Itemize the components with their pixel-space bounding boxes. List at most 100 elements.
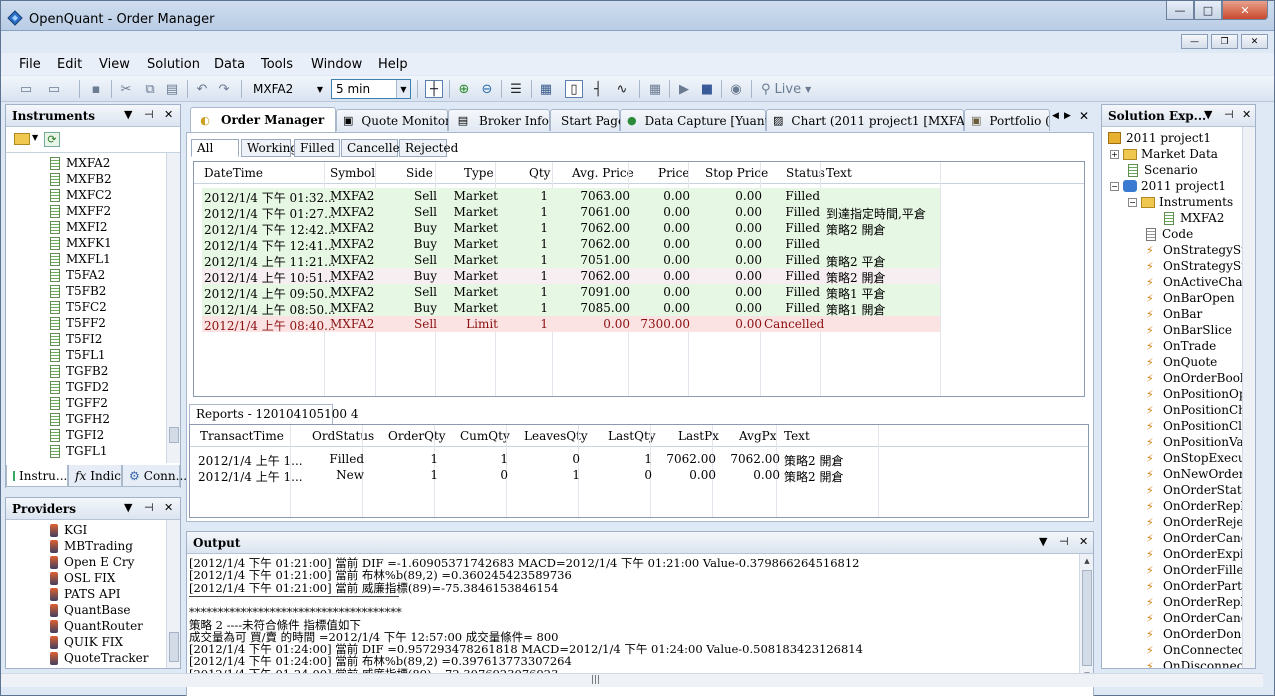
instrument-node-mxfa2[interactable]: MXFA2 <box>1164 210 1224 226</box>
menu-edit[interactable]: Edit <box>57 57 82 72</box>
close-icon[interactable]: ✕ <box>164 501 173 514</box>
chevron-down-icon[interactable]: ▼ <box>124 501 132 514</box>
col-last-qty[interactable]: LastQty <box>608 429 656 443</box>
menu-window[interactable]: Window <box>311 57 362 72</box>
event-handler-item[interactable]: ⚡OnOrderCancelled <box>1146 530 1255 546</box>
instrument-item[interactable]: MXFB2 <box>50 171 112 187</box>
pin-icon[interactable]: ⊣ <box>1059 535 1069 548</box>
provider-item[interactable]: PATS API <box>50 586 121 602</box>
order-row[interactable]: 2012/1/4 上午 09:50... MXFA2 Sell Market 1 7091… <box>202 284 940 301</box>
event-handler-item[interactable]: ⚡OnPositionClosed <box>1146 418 1255 434</box>
report-row[interactable]: 2012/1/4 上午 1... New 1 0 1 0 0.00 0.00 策略2 開倉 <box>198 467 878 484</box>
event-handler-item[interactable]: ⚡ OnBar <box>1146 306 1202 322</box>
tab-connections[interactable]: ⚙ Conn... <box>122 465 187 487</box>
col-side[interactable]: Side <box>406 166 433 180</box>
col-order-qty[interactable]: OrderQty <box>388 429 446 443</box>
menu-view[interactable]: View <box>99 57 130 72</box>
market-data-node[interactable]: + Market Data <box>1110 146 1218 162</box>
col-stop-price[interactable]: Stop Price <box>705 166 768 180</box>
col-avg-price[interactable]: Avg. Price <box>572 166 634 180</box>
event-handler-item[interactable]: ⚡ OnNewOrder <box>1146 466 1245 482</box>
col-avg-px[interactable]: AvgPx <box>739 429 776 443</box>
menu-file[interactable]: File <box>19 57 41 72</box>
event-handler-item[interactable]: ⚡ OnOrderDone <box>1146 626 1248 642</box>
event-handler-item[interactable]: ⚡ OnTrade <box>1146 338 1216 354</box>
pin-icon[interactable]: ⊣ <box>144 501 154 514</box>
candlestick-icon[interactable]: ▯ <box>565 80 583 98</box>
provider-item[interactable]: QuoteTracker <box>50 650 148 666</box>
zoom-out-icon[interactable]: ⊖ <box>478 80 496 98</box>
provider-item[interactable]: QUIK FIX <box>50 634 123 650</box>
instruments-node[interactable]: − Instruments <box>1128 194 1233 210</box>
open-icon[interactable]: ▭ <box>45 80 63 98</box>
instrument-item[interactable]: TGFB2 <box>50 363 108 379</box>
event-handler-item[interactable]: ⚡ OnStopExecuted <box>1146 450 1255 466</box>
strategy-node[interactable]: − 2011 project1 <box>1110 178 1226 194</box>
col-datetime[interactable]: DateTime <box>204 166 263 180</box>
provider-item[interactable]: QuantRouter <box>50 618 143 634</box>
reports-tab[interactable]: Reports - 120104105100 4 <box>189 404 359 424</box>
scenario-node[interactable]: Scenario <box>1128 162 1198 178</box>
order-row[interactable]: 2012/1/4 上午 08:40... MXFA2 Sell Limit 1 0.00 7… <box>202 316 940 333</box>
tab-data-capture[interactable]: ● Data Capture [Yuanta] <box>620 109 781 131</box>
tab-scroll-left-icon[interactable]: ◀ <box>1052 111 1059 121</box>
crosshair-icon[interactable]: ┼ <box>425 80 443 98</box>
output-scrollbar[interactable]: ▲ ▼ <box>1079 554 1093 682</box>
maximize-button[interactable]: □ <box>1194 1 1222 20</box>
tab-instruments[interactable]: Instru... <box>6 465 68 487</box>
event-handler-item[interactable]: ⚡OnOrderCancelRe <box>1146 610 1255 626</box>
col-text[interactable]: Text <box>826 166 852 180</box>
instrument-item[interactable]: MXFA2 <box>50 155 110 171</box>
event-handler-item[interactable]: ⚡ OnStrategyStart <box>1146 242 1255 258</box>
instrument-item[interactable]: MXFF2 <box>50 203 111 219</box>
event-handler-item[interactable]: ⚡ OnOrderFilled <box>1146 562 1251 578</box>
order-row[interactable]: 2012/1/4 下午 12:42... MXFA2 Buy Market 1 7062.… <box>202 220 940 237</box>
instrument-item[interactable]: T5FL1 <box>50 347 106 363</box>
calculator-icon[interactable]: ▦ <box>646 80 664 98</box>
zoom-in-icon[interactable]: ⊕ <box>455 80 473 98</box>
tab-broker-info[interactable]: ▤ Broker Info <box>448 109 550 131</box>
instrument-item[interactable]: TGFH2 <box>50 411 110 427</box>
col-type[interactable]: Type <box>464 166 494 180</box>
event-handler-item[interactable]: ⚡OnPositionOpened <box>1146 386 1255 402</box>
tab-all-orders[interactable]: All <box>191 139 239 157</box>
instrument-item[interactable]: TGFD2 <box>50 379 109 395</box>
event-handler-item[interactable]: ⚡ OnBarSlice <box>1146 322 1232 338</box>
instrument-item[interactable]: MXFC2 <box>50 187 112 203</box>
paste-icon[interactable]: ▤ <box>163 80 181 98</box>
chevron-down-icon[interactable]: ▼ <box>1204 108 1212 121</box>
order-row[interactable]: 2012/1/4 上午 08:50... MXFA2 Buy Market 1 7085.… <box>202 300 940 317</box>
report-row[interactable]: 2012/1/4 上午 1... Filled 1 1 0 1 7062.00 7062.00… <box>198 451 878 468</box>
instrument-item[interactable]: MXFL1 <box>50 251 111 267</box>
providers-scrollbar[interactable] <box>166 520 180 668</box>
close-icon[interactable]: ✕ <box>164 108 173 121</box>
event-handler-item[interactable]: ⚡OnPositionValueCl <box>1146 434 1255 450</box>
code-node[interactable]: Code <box>1146 226 1193 242</box>
event-handler-item[interactable]: ⚡ OnQuote <box>1146 354 1217 370</box>
order-row[interactable]: 2012/1/4 下午 12:41... MXFA2 Buy Market 1 7062.… <box>202 236 940 253</box>
event-handler-item[interactable]: ⚡ OnOrderExpired <box>1146 546 1255 562</box>
chart-properties-icon[interactable]: ▦ <box>537 80 555 98</box>
event-handler-item[interactable]: ⚡ OnStrategyStop <box>1146 258 1255 274</box>
instruments-scrollbar[interactable] <box>166 153 180 463</box>
order-row[interactable]: 2012/1/4 上午 10:51... MXFA2 Buy Market 1 7062.… <box>202 268 940 285</box>
bar-chart-icon[interactable]: ┤ <box>589 80 607 98</box>
event-handler-item[interactable]: ⚡OnOrderBookCha <box>1146 370 1255 386</box>
pin-icon[interactable]: ⊣ <box>144 108 154 121</box>
col-transact-time[interactable]: TransactTime <box>200 429 284 443</box>
event-handler-item[interactable]: ⚡OnOrderReplaced <box>1146 498 1255 514</box>
col-report-text[interactable]: Text <box>784 429 810 443</box>
menu-tools[interactable]: Tools <box>261 57 293 72</box>
menu-data[interactable]: Data <box>214 57 245 72</box>
tab-portfolio[interactable]: ▣ Portfolio ( <box>964 109 1050 131</box>
col-qty[interactable]: Qty <box>529 166 550 180</box>
col-cum-qty[interactable]: CumQty <box>460 429 510 443</box>
provider-item[interactable]: Open E Cry <box>50 554 134 570</box>
cut-icon[interactable]: ✂ <box>117 80 135 98</box>
event-handler-item[interactable]: ⚡OnOrderStatusCha <box>1146 482 1255 498</box>
provider-item[interactable]: OSL FIX <box>50 570 115 586</box>
main-horizontal-scrollbar[interactable]: ||| <box>1 673 1263 687</box>
order-row[interactable]: 2012/1/4 下午 01:32... MXFA2 Sell Market 1 7063… <box>202 188 940 205</box>
provider-item[interactable]: MBTrading <box>50 538 133 554</box>
order-row[interactable]: 2012/1/4 下午 01:27... MXFA2 Sell Market 1 7061… <box>202 204 940 221</box>
